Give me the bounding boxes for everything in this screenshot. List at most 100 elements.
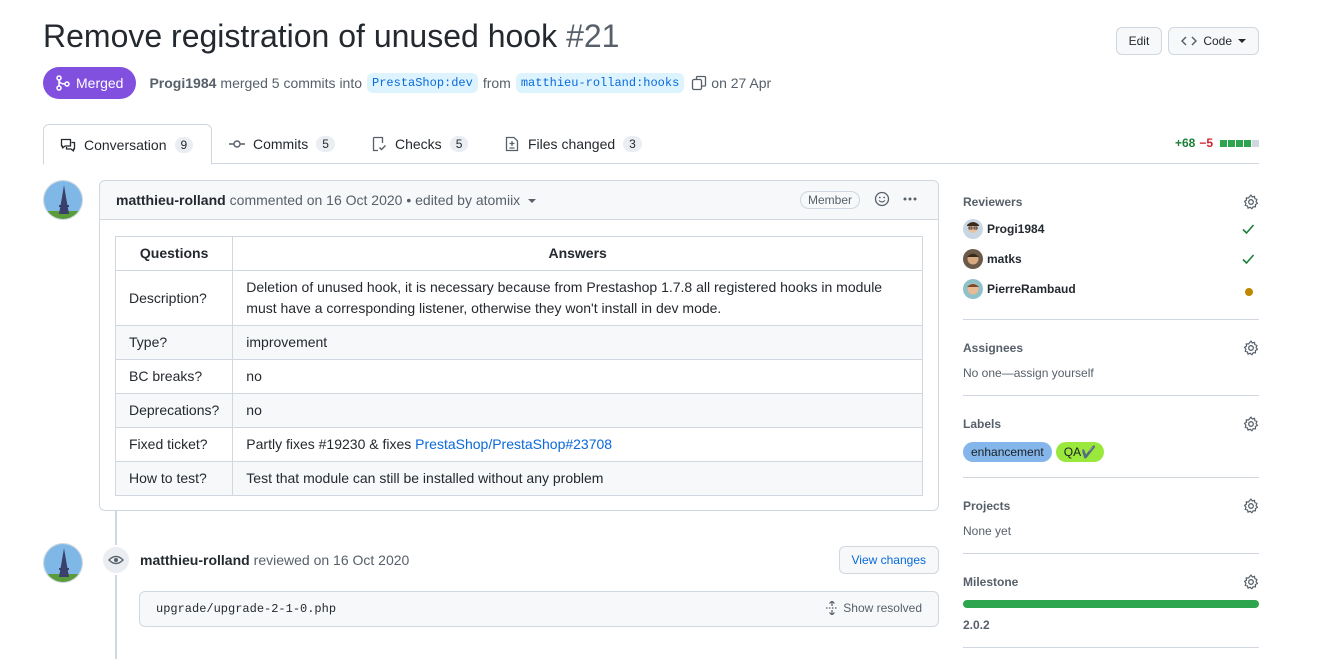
sidebar: Reviewers Progi1984 matks PierreRambaud …	[963, 190, 1259, 659]
copy-icon[interactable]	[691, 75, 707, 91]
comment-card: matthieu-rolland commented on 16 Oct 202…	[99, 180, 939, 511]
reviewer-name: Progi1984	[987, 222, 1045, 236]
tab-label: Files changed	[528, 136, 616, 152]
reviewer-author[interactable]: matthieu-rolland	[140, 552, 250, 568]
smiley-icon[interactable]	[874, 191, 890, 210]
state-label: Merged	[76, 75, 124, 91]
milestone-title: Milestone	[963, 575, 1019, 589]
tab-commits[interactable]: Commits 5	[213, 124, 351, 164]
comment-meta: commented on 16 Oct 2020 • edited by ato…	[229, 192, 521, 208]
merger-link[interactable]: Progi1984	[149, 75, 216, 91]
labels-list: enhancement QA✔️	[963, 442, 1259, 462]
gear-icon[interactable]	[1243, 416, 1259, 435]
tab-label: Commits	[253, 136, 309, 152]
gear-icon[interactable]	[1243, 498, 1259, 517]
question-cell: How to test?	[114, 461, 234, 496]
diffstat-block	[1244, 139, 1251, 147]
table-row: BC breaks? no	[114, 359, 923, 394]
base-branch[interactable]: PrestaShop:dev	[367, 73, 478, 93]
table-row: Fixed ticket? Partly fixes #19230 & fixe…	[114, 427, 923, 462]
answer-cell: no	[232, 393, 923, 428]
member-badge: Member	[799, 191, 860, 209]
avatar	[963, 279, 983, 299]
edit-button-label: Edit	[1128, 34, 1150, 48]
git-merge-icon	[56, 75, 70, 91]
gear-icon[interactable]	[1243, 340, 1259, 359]
file-diff-icon	[505, 136, 519, 152]
reviewer-name: PierreRambaud	[987, 282, 1076, 296]
avatar[interactable]	[43, 543, 83, 583]
tab-counter: 5	[449, 136, 469, 152]
edit-button[interactable]: Edit	[1115, 27, 1163, 55]
answer-cell: Deletion of unused hook, it is necessary…	[232, 270, 923, 326]
pr-title-row: Remove registration of unused hook #21	[43, 18, 619, 55]
pr-title: Remove registration of unused hook	[43, 18, 558, 54]
gear-icon[interactable]	[1243, 194, 1259, 213]
projects-empty-text: None yet	[963, 524, 1012, 538]
diffstat-block	[1228, 139, 1235, 147]
review-file-box[interactable]: upgrade/upgrade-2-1-0.php Show resolved	[139, 591, 939, 627]
table-row: Description? Deletion of unused hook, it…	[114, 270, 923, 326]
head-branch[interactable]: matthieu-rolland:hooks	[515, 73, 685, 93]
question-cell: Description?	[114, 270, 234, 326]
show-resolved-button[interactable]: Show resolved	[826, 601, 922, 615]
question-cell: Deprecations?	[114, 393, 234, 428]
pr-number: #21	[566, 18, 620, 54]
comment-author[interactable]: matthieu-rolland	[116, 192, 226, 208]
avatar[interactable]	[43, 180, 83, 220]
tab-counter: 9	[174, 136, 194, 153]
milestone-progress-bar	[963, 600, 1259, 608]
chevron-down-icon[interactable]	[528, 199, 537, 203]
avatar	[963, 219, 983, 239]
diffstat-block	[1252, 139, 1259, 147]
review-event: matthieu-rolland reviewed on 16 Oct 2020…	[101, 545, 939, 575]
git-commit-icon	[229, 140, 245, 148]
tab-conversation[interactable]: Conversation 9	[43, 124, 212, 165]
label-enhancement[interactable]: enhancement	[963, 442, 1052, 462]
merge-date: on 27 Apr	[711, 75, 772, 91]
kebab-horizontal-icon[interactable]	[902, 191, 918, 210]
review-file-name: upgrade/upgrade-2-1-0.php	[156, 602, 337, 616]
label-qa[interactable]: QA✔️	[1055, 442, 1105, 462]
diffstat: +68 −5	[1175, 136, 1259, 150]
from-text: from	[482, 75, 511, 91]
pending-dot-icon	[1245, 285, 1253, 299]
answer-cell: no	[232, 359, 923, 394]
labels-title: Labels	[963, 417, 1002, 431]
answer-cell: Partly fixes #19230 & fixes PrestaShop/P…	[232, 427, 923, 462]
check-icon	[1241, 222, 1255, 239]
header-actions: Edit Code	[1115, 27, 1259, 55]
milestone-section: Milestone 2.0.2	[963, 570, 1259, 648]
comment-discussion-icon	[60, 138, 76, 152]
table-row: Type? improvement	[114, 325, 923, 360]
issue-link[interactable]: PrestaShop/PrestaShop#23708	[415, 436, 612, 452]
table-header-row: Questions Answers	[114, 236, 923, 271]
reviewer-item[interactable]: PierreRambaud	[963, 274, 1259, 304]
reviewer-item[interactable]: Progi1984	[963, 214, 1259, 244]
code-icon	[1181, 36, 1198, 46]
tab-counter: 3	[623, 136, 642, 152]
review-text: reviewed on 16 Oct 2020	[253, 552, 410, 568]
deletions-count: −5	[1199, 136, 1213, 150]
tab-label: Conversation	[84, 136, 167, 153]
reviewers-title: Reviewers	[963, 195, 1023, 209]
assign-yourself-link[interactable]: No one—assign yourself	[963, 366, 1259, 380]
gear-icon[interactable]	[1243, 574, 1259, 593]
reviewers-section: Reviewers Progi1984 matks PierreRambaud	[963, 190, 1259, 320]
code-dropdown-button[interactable]: Code	[1168, 27, 1259, 55]
timeline-line	[115, 510, 117, 659]
milestone-name[interactable]: 2.0.2	[963, 618, 1259, 632]
code-button-label: Code	[1203, 34, 1232, 48]
question-cell: Fixed ticket?	[114, 427, 234, 462]
answer-cell: improvement	[232, 325, 923, 360]
question-cell: Type?	[114, 325, 234, 360]
question-cell: BC breaks?	[114, 359, 234, 394]
tab-counter: 5	[316, 136, 335, 152]
view-changes-button[interactable]: View changes	[838, 546, 939, 574]
diffstat-block	[1220, 139, 1227, 147]
qa-table: Questions Answers Description? Deletion …	[114, 236, 923, 496]
tab-checks[interactable]: Checks 5	[355, 124, 484, 164]
reviewer-item[interactable]: matks	[963, 244, 1259, 274]
unfold-icon	[826, 601, 837, 615]
tab-files-changed[interactable]: Files changed 3	[488, 124, 658, 164]
